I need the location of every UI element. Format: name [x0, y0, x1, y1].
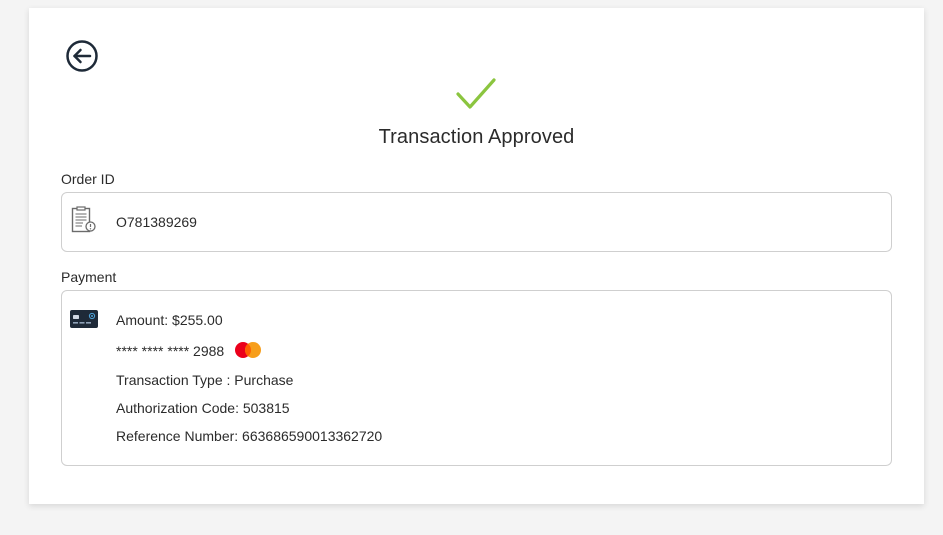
payment-amount: Amount: $255.00 [116, 312, 223, 328]
order-id-value: O781389269 [116, 214, 197, 230]
authorization-code: Authorization Code: 503815 [116, 400, 290, 416]
back-arrow-icon[interactable] [65, 39, 99, 73]
page-title: Transaction Approved [378, 126, 575, 148]
mastercard-logo-icon [235, 342, 262, 358]
order-id-box: O781389269 [61, 192, 892, 252]
transaction-type: Transaction Type : Purchase [116, 372, 294, 388]
checkmark-icon [456, 78, 496, 109]
reference-number: Reference Number: 663686590013362720 [116, 428, 383, 444]
masked-card-number: **** **** **** 2988 [116, 343, 225, 359]
card-number-row: **** **** **** 2988 [116, 341, 263, 361]
payment-box: Amount: $255.00 **** **** **** 2988 Tran… [61, 290, 892, 466]
payment-label: Payment [61, 269, 117, 285]
transaction-card: Transaction Approved Order ID O781389269… [29, 8, 924, 504]
clipboard-document-icon [71, 206, 96, 233]
order-id-label: Order ID [61, 171, 115, 187]
credit-card-icon [70, 310, 98, 328]
